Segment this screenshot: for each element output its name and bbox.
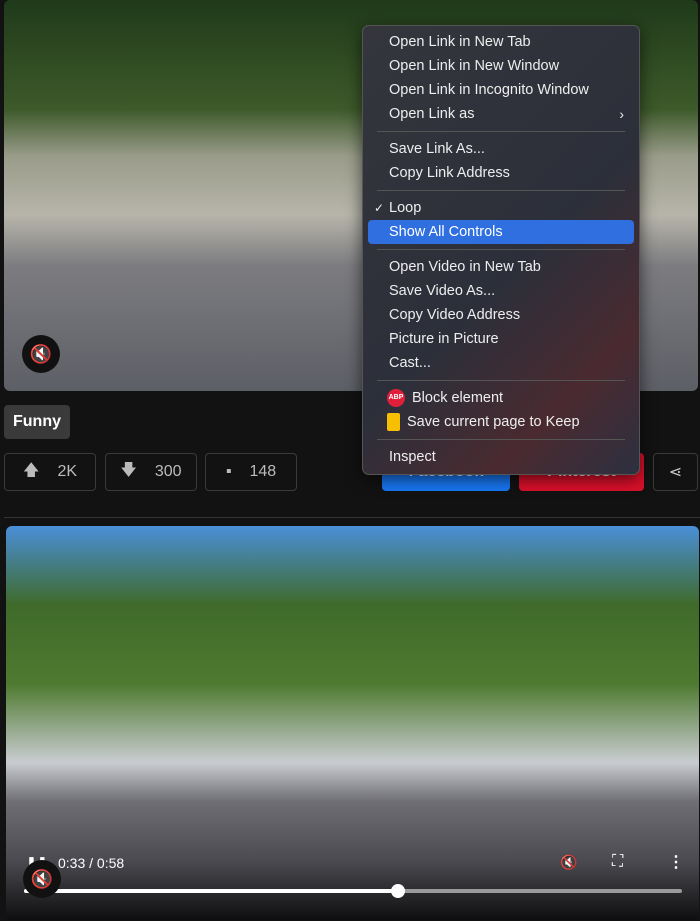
mute-icon[interactable]: 🔇 [22,335,60,373]
menu-item-block-element[interactable]: ABP Block element [368,386,634,410]
menu-item-label: Copy Video Address [389,307,521,323]
comment-icon: ▪ [225,463,232,480]
tag-funny[interactable]: Funny [4,405,70,439]
menu-item-copy-video-address[interactable]: Copy Video Address [368,303,634,327]
menu-item-label: Block element [412,390,504,406]
menu-item-show-all-controls[interactable]: Show All Controls [368,220,634,244]
menu-item-open-link-in-new-window[interactable]: Open Link in New Window [368,54,634,78]
menu-item-cast[interactable]: Cast... [368,351,634,375]
context-menu: Open Link in New Tab Open Link in New Win… [362,25,640,475]
menu-item-save-video-as[interactable]: Save Video As... [368,279,634,303]
menu-item-open-link-as[interactable]: Open Link as › [368,102,634,126]
menu-item-label: Open Video in New Tab [389,259,541,275]
progress-slider[interactable] [24,884,682,898]
menu-item-label: Open Link in New Tab [389,34,531,50]
progress-fill [24,889,399,893]
menu-item-copy-link-address[interactable]: Copy Link Address [368,161,634,185]
volume-muted-icon[interactable]: 🔇 [560,854,577,871]
arrow-up-icon: 🡅 [22,461,40,479]
downvote-button[interactable]: 🡇 300 [105,453,197,491]
menu-item-label: Inspect [389,449,436,465]
menu-item-label: Show All Controls [389,224,503,240]
menu-item-save-link-as[interactable]: Save Link As... [368,137,634,161]
comments-button[interactable]: ▪ 148 [205,453,297,491]
menu-item-open-link-in-incognito-window[interactable]: Open Link in Incognito Window [368,78,634,102]
share-icon: ⋖ [668,464,683,481]
menu-item-loop[interactable]: ✓ Loop [368,196,634,220]
more-options-icon[interactable]: ⋮ [668,852,684,872]
menu-item-label: Save current page to Keep [407,414,580,430]
menu-item-label: Open Link in Incognito Window [389,82,589,98]
upvote-button[interactable]: 🡅 2K [4,453,96,491]
menu-item-save-current-page-to-keep[interactable]: Save current page to Keep [368,410,634,434]
arrow-down-icon: 🡇 [120,461,137,479]
menu-item-picture-in-picture[interactable]: Picture in Picture [368,327,634,351]
chevron-right-icon: › [619,106,624,122]
menu-item-open-video-in-new-tab[interactable]: Open Video in New Tab [368,255,634,279]
keep-icon [387,413,400,431]
menu-item-label: Open Link as [389,106,475,122]
menu-item-inspect[interactable]: Inspect [368,445,634,469]
divider [4,517,700,518]
checkmark-icon: ✓ [374,201,385,215]
mute-icon-overlay[interactable]: 🔇 [23,860,61,898]
menu-item-label: Save Video As... [389,283,496,299]
abp-icon: ABP [387,389,405,407]
menu-item-label: Cast... [389,355,431,371]
menu-item-label: Open Link in New Window [389,58,560,74]
menu-item-label: Picture in Picture [389,331,499,347]
share-button[interactable]: ⋖ [653,453,698,491]
fullscreen-icon[interactable]: ⛶ [612,853,623,871]
time-display: 0:33 / 0:58 [58,855,125,871]
menu-separator [377,190,625,191]
menu-separator [377,249,625,250]
menu-separator [377,131,625,132]
menu-separator [377,380,625,381]
menu-item-label: Copy Link Address [389,165,510,181]
menu-item-label: Save Link As... [389,141,485,157]
menu-item-open-link-in-new-tab[interactable]: Open Link in New Tab [368,30,634,54]
menu-item-label: Loop [389,200,422,216]
menu-separator [377,439,625,440]
